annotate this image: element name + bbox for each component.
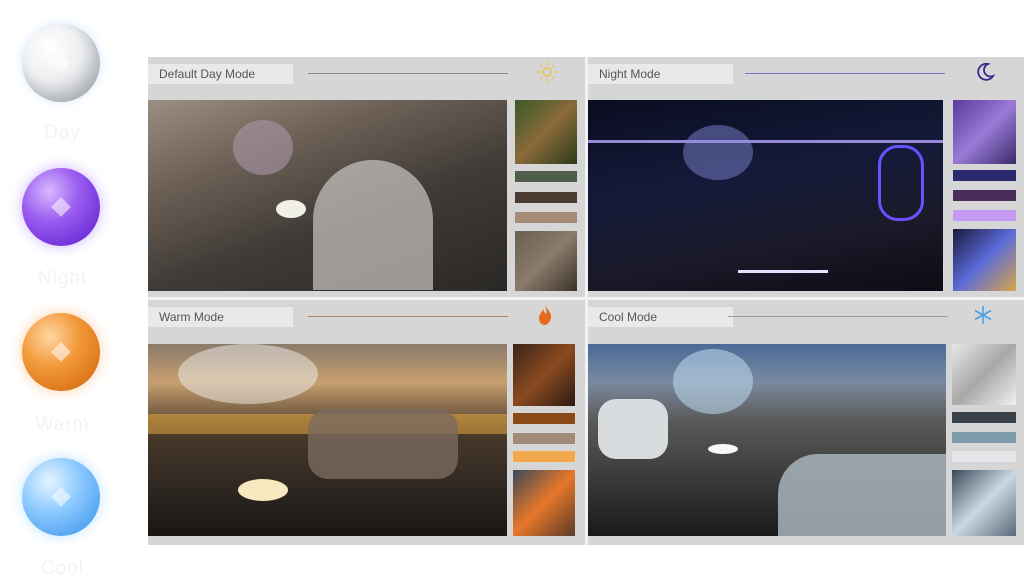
cool-interior-image [588, 344, 946, 536]
spices-photo [513, 344, 575, 406]
orb-highlight [51, 342, 71, 362]
day-interior-image [148, 100, 507, 291]
day-mode-panel: Default Day Mode [148, 57, 585, 297]
orb-highlight [51, 487, 71, 507]
orb-highlight [51, 197, 71, 217]
cool-mode-orb[interactable] [22, 458, 100, 536]
warm-orb-label: Warm [35, 414, 90, 435]
swatch-1 [952, 412, 1016, 423]
swatch-3 [952, 451, 1016, 462]
day-mode-orb[interactable] [22, 24, 100, 102]
frost-plant-photo [952, 344, 1016, 405]
sun-icon [537, 62, 557, 82]
swatch-1 [515, 171, 577, 182]
campfire-photo [513, 470, 575, 536]
swatch-3 [513, 451, 575, 462]
mode-selector: Day Night Warm Cool [0, 0, 125, 583]
warm-mode-label: Warm Mode [148, 307, 293, 327]
panel-divider [148, 297, 1024, 300]
warm-mode-panel: Warm Mode [148, 300, 585, 545]
moon-icon [977, 62, 996, 81]
swatch-2 [953, 190, 1016, 201]
swatch-3 [515, 212, 577, 223]
header-rule [728, 316, 948, 317]
flame-icon [539, 305, 552, 325]
panel-divider [585, 57, 588, 545]
swatch-2 [952, 432, 1016, 443]
cool-mode-label: Cool Mode [588, 307, 733, 327]
panel-header: Default Day Mode [148, 57, 585, 97]
warm-interior-image [148, 344, 507, 536]
orb-highlight [51, 53, 71, 73]
swatch-2 [513, 433, 575, 444]
sparrow-photo [515, 231, 577, 291]
stream-photo [952, 470, 1016, 536]
night-interior-image [588, 100, 943, 291]
lavender-photo [953, 100, 1016, 164]
panel-header: Warm Mode [148, 300, 585, 340]
pinecone-photo [515, 100, 577, 164]
night-orb-label: Night [37, 268, 88, 289]
swatch-2 [515, 192, 577, 203]
day-mode-label: Default Day Mode [148, 64, 293, 84]
snowflake-icon [974, 306, 992, 324]
panel-header: Cool Mode [588, 300, 1024, 340]
header-rule [308, 316, 508, 317]
swatch-1 [513, 413, 575, 424]
header-rule [308, 73, 508, 74]
night-mode-panel: Night Mode [588, 57, 1024, 297]
candle-photo [953, 229, 1016, 291]
night-mode-orb[interactable] [22, 168, 100, 246]
header-rule [745, 73, 945, 74]
swatch-3 [953, 210, 1016, 221]
cool-mode-panel: Cool Mode [588, 300, 1024, 545]
panel-header: Night Mode [588, 57, 1024, 97]
cool-orb-label: Cool [40, 558, 85, 579]
mode-board: Default Day Mode Night Mode Warm Mode Co… [148, 57, 1024, 545]
warm-mode-orb[interactable] [22, 313, 100, 391]
night-mode-label: Night Mode [588, 64, 733, 84]
swatch-1 [953, 170, 1016, 181]
day-orb-label: Day [44, 122, 81, 143]
